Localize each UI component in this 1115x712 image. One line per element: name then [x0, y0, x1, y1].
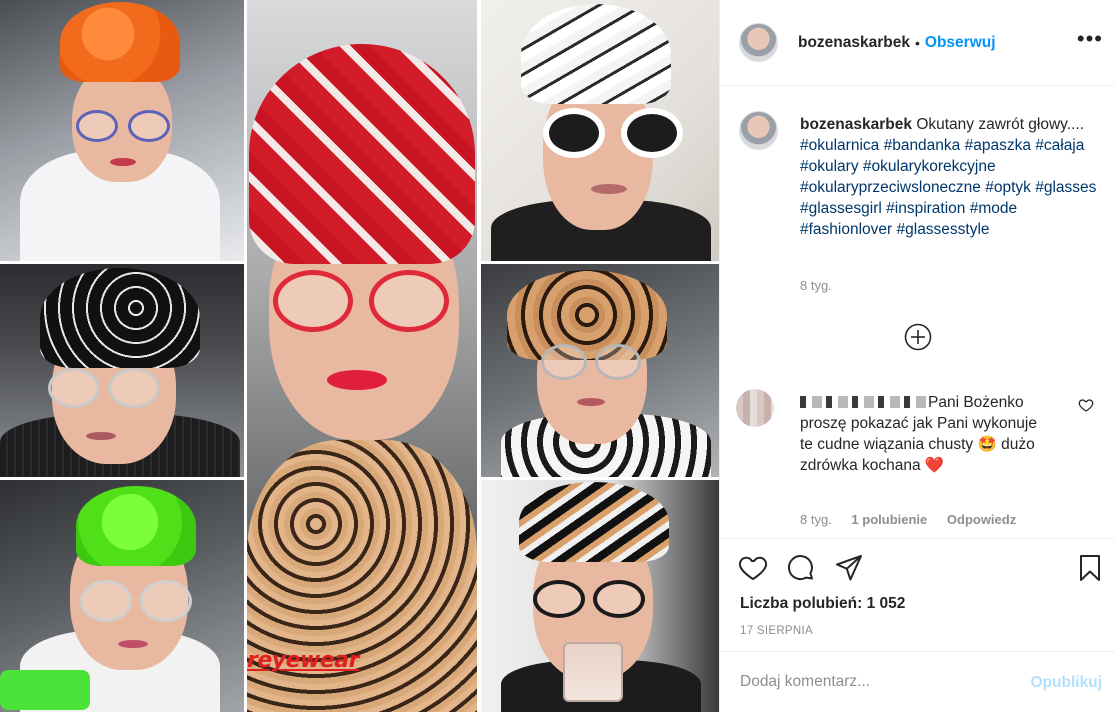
likes-count[interactable]: Liczba polubień: 1 052	[740, 595, 905, 613]
post-side-panel: bozenaskarbek • Obserwuj ••• bozenaskarb…	[719, 0, 1115, 712]
watermark-text: reyewear	[247, 648, 359, 673]
photo-black-bandana	[0, 264, 244, 477]
caption-text-block: bozenaskarbek Okutany zawrót głowy.... #…	[800, 114, 1100, 240]
share-icon[interactable]	[834, 553, 864, 583]
post-header: bozenaskarbek • Obserwuj •••	[720, 0, 1115, 86]
bookmark-icon[interactable]	[1075, 553, 1105, 583]
more-options-icon[interactable]: •••	[1077, 28, 1103, 50]
comment-timestamp[interactable]: 8 tyg.	[800, 512, 832, 527]
photo-orange-headscarf	[0, 0, 244, 261]
photo-green-headscarf	[0, 480, 244, 712]
post-date[interactable]: 17 SIERPNIA	[740, 625, 813, 637]
comment-text-block: Pani Bożenko proszę pokazać jak Pani wyk…	[800, 392, 1050, 476]
commenter-username-blurred[interactable]	[800, 396, 928, 408]
comment-bubble-icon[interactable]	[786, 553, 816, 583]
author-username[interactable]: bozenaskarbek	[798, 34, 910, 52]
add-comment-input[interactable]	[740, 670, 1020, 694]
like-heart-icon[interactable]	[738, 553, 768, 583]
author-avatar[interactable]	[739, 23, 778, 62]
post-comment-button[interactable]: Opublikuj	[1031, 674, 1102, 692]
reply-button[interactable]: Odpowiedz	[947, 512, 1016, 527]
caption-author-avatar[interactable]	[739, 111, 778, 150]
follow-button[interactable]: Obserwuj	[925, 34, 996, 52]
post-actions: Liczba polubień: 1 052 17 SIERPNIA	[720, 538, 1115, 650]
comment-heart-icon[interactable]	[1078, 397, 1094, 413]
photo-red-bandana	[247, 0, 477, 712]
comment-meta: 8 tyg. 1 polubienie Odpowiedz	[800, 512, 1032, 527]
photo-collage[interactable]: reyewear	[0, 0, 719, 712]
caption-username[interactable]: bozenaskarbek	[800, 116, 912, 133]
commenter-avatar-blurred[interactable]	[736, 389, 774, 427]
photo-leopard-scarf	[481, 264, 719, 477]
caption-text: Okutany zawrót głowy....	[916, 116, 1085, 133]
load-more-icon[interactable]	[903, 322, 933, 352]
photo-white-bandana	[481, 0, 719, 261]
caption-timestamp[interactable]: 8 tyg.	[800, 278, 832, 293]
comment-likes-count[interactable]: 1 polubienie	[851, 512, 927, 527]
separator-dot: •	[915, 34, 920, 51]
photo-zebra-scarf-perfume	[481, 480, 719, 712]
caption-hashtags[interactable]: #okularnica #bandanka #apaszka #całaja #…	[800, 137, 1096, 238]
add-comment-bar: Opublikuj	[720, 651, 1115, 712]
